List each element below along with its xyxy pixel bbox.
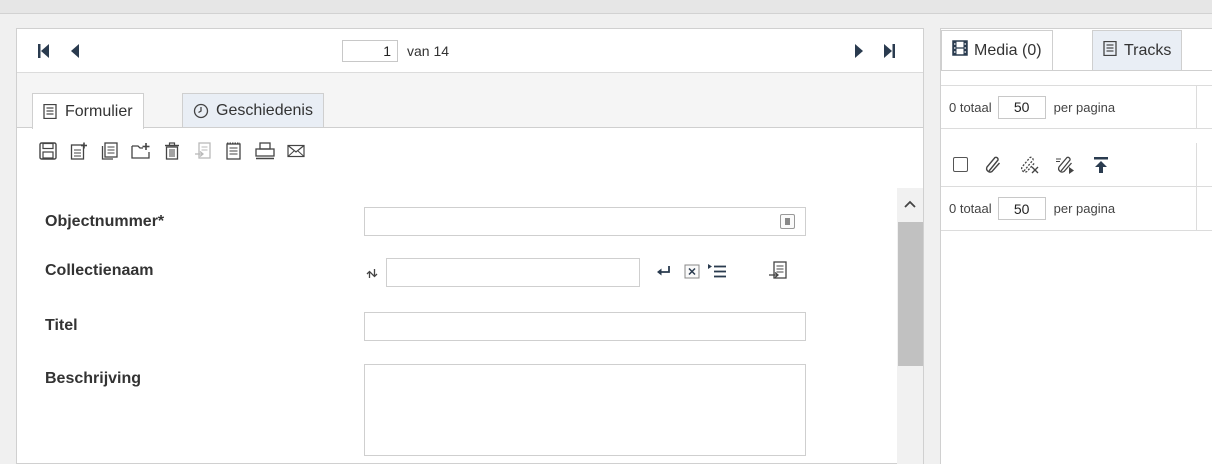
titel-label: Titel: [45, 317, 78, 334]
clear-field-icon[interactable]: [684, 264, 700, 282]
scroll-thumb[interactable]: [898, 222, 923, 366]
beschrijving-textarea[interactable]: [365, 365, 805, 455]
list-select-icon[interactable]: [707, 262, 727, 283]
media-pagination-bottom: 0 totaal per pagina: [941, 187, 1212, 231]
media-total-text-bottom: 0 totaal: [949, 201, 992, 216]
tab-tracks-label: Tracks: [1124, 41, 1172, 59]
import-link-icon[interactable]: [768, 261, 788, 284]
row-separator: [1196, 85, 1197, 129]
autonumber-icon[interactable]: [780, 214, 795, 229]
tab-tracks[interactable]: Tracks: [1092, 30, 1183, 70]
document-icon[interactable]: [223, 140, 245, 162]
collectienaam-field[interactable]: [386, 258, 640, 287]
titel-field[interactable]: [364, 312, 806, 341]
copy-record-icon[interactable]: [99, 140, 121, 162]
tab-geschiedenis-label: Geschiedenis: [216, 102, 313, 119]
record-form: Objectnummer* Collectienaam Titel Beschr…: [17, 175, 897, 464]
right-tab-divider: [941, 70, 1212, 71]
page-number-input[interactable]: [342, 40, 398, 62]
beschrijving-field[interactable]: [364, 364, 806, 456]
media-toolbar: [941, 143, 1212, 187]
last-page-icon[interactable]: [883, 44, 895, 58]
row-separator: [1196, 187, 1197, 231]
form-tabs: [17, 73, 923, 128]
collectienaam-label: Collectienaam: [45, 262, 154, 279]
row-separator: [1196, 143, 1197, 187]
edit-link-icon[interactable]: [1054, 154, 1076, 176]
record-pager: van 14: [17, 29, 923, 73]
upload-icon[interactable]: [1090, 154, 1112, 176]
media-per-page-label-bottom: per pagina: [1053, 201, 1116, 216]
objectnummer-input[interactable]: [365, 208, 805, 235]
objectnummer-label: Objectnummer*: [45, 213, 165, 230]
list-icon: [1103, 40, 1118, 61]
detach-icon[interactable]: [1018, 154, 1040, 176]
new-record-icon[interactable]: [68, 140, 90, 162]
tab-geschiedenis[interactable]: Geschiedenis: [182, 93, 324, 128]
titel-input[interactable]: [365, 313, 805, 340]
save-icon[interactable]: [37, 140, 59, 162]
top-strip: [0, 0, 1212, 14]
tab-media-label: Media (0): [974, 41, 1042, 59]
media-pagination: 0 totaal per pagina: [941, 85, 1212, 129]
tab-media[interactable]: Media (0): [941, 30, 1053, 70]
media-per-page-input[interactable]: [997, 95, 1046, 119]
new-folder-icon[interactable]: [130, 140, 152, 162]
tab-formulier[interactable]: Formulier: [32, 93, 144, 129]
beschrijving-label: Beschrijving: [45, 370, 142, 387]
film-icon: [952, 40, 968, 61]
objectnummer-field[interactable]: [364, 207, 806, 236]
select-all-checkbox[interactable]: [953, 157, 968, 172]
attach-icon[interactable]: [982, 154, 1004, 176]
email-icon[interactable]: [285, 140, 307, 162]
print-icon[interactable]: [254, 140, 276, 162]
form-icon: [43, 104, 58, 119]
record-toolbar: [17, 128, 923, 174]
record-panel: van 14 Formulier Geschiedenis: [16, 28, 924, 464]
history-icon: [193, 103, 209, 119]
scroll-up-icon[interactable]: [897, 188, 923, 222]
media-per-page-input-bottom[interactable]: [997, 197, 1046, 220]
form-scrollbar[interactable]: [897, 188, 923, 464]
media-panel: Media (0) Tracks 0 totaal per pagina 0 t…: [940, 28, 1212, 464]
prev-page-icon[interactable]: [69, 44, 81, 58]
sort-arrows-icon[interactable]: [365, 266, 379, 283]
page-count-text: van 14: [407, 43, 450, 59]
collectienaam-input[interactable]: [387, 259, 639, 286]
next-page-icon[interactable]: [853, 44, 865, 58]
media-total-text: 0 totaal: [949, 99, 992, 115]
enter-arrow-icon[interactable]: [656, 264, 672, 281]
first-page-icon[interactable]: [38, 44, 50, 58]
media-per-page-label: per pagina: [1053, 99, 1116, 115]
import-icon[interactable]: [192, 140, 214, 162]
delete-icon[interactable]: [161, 140, 183, 162]
tab-formulier-label: Formulier: [65, 102, 133, 120]
